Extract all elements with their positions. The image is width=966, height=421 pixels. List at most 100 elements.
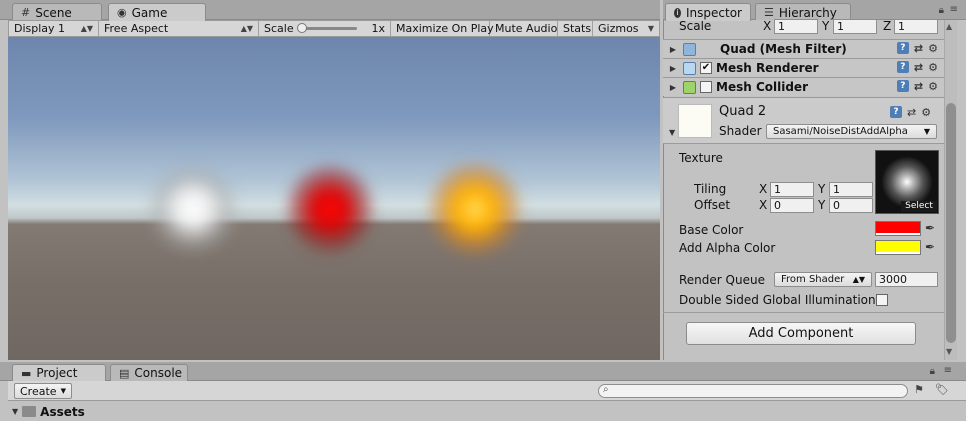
tab-inspector-label: Inspector	[686, 5, 742, 20]
scale-y-field[interactable]: 1	[833, 19, 877, 34]
enabled-checkbox[interactable]: ✔	[700, 62, 712, 74]
tab-inspector[interactable]: i Inspector	[665, 3, 751, 21]
texture-select-button[interactable]: Select	[901, 201, 937, 212]
grid-icon: #	[21, 6, 31, 19]
offset-y-label: Y	[818, 198, 826, 212]
preset-icon[interactable]: ⇄	[907, 106, 916, 119]
scale-x-field[interactable]: 1	[774, 19, 818, 34]
filter-by-label-icon[interactable]: 🏷︎	[935, 383, 949, 396]
render-queue-mode: From Shader	[781, 274, 845, 285]
scale-z-field[interactable]: 1	[894, 19, 938, 34]
eyedropper-icon[interactable]: ✒	[925, 221, 935, 235]
fold-arrow-icon[interactable]: ▼	[12, 407, 18, 416]
material-actions: ? ⇄ ⚙	[890, 106, 931, 119]
lock-icon[interactable]: 🔒︎	[939, 5, 944, 16]
tiling-y-field[interactable]: 1	[829, 182, 873, 197]
tiling-y-label: Y	[818, 182, 826, 196]
double-sided-gi-label: Double Sided Global Illumination	[679, 293, 876, 307]
alpha-bar	[876, 252, 920, 254]
fold-arrow-icon[interactable]: ▶	[667, 64, 679, 73]
assets-label: Assets	[40, 404, 85, 419]
add-component-button[interactable]: Add Component	[686, 322, 916, 345]
maximize-on-play-toggle[interactable]: Maximize On Play	[391, 21, 494, 36]
scale-handle[interactable]	[296, 23, 307, 33]
gear-icon[interactable]: ⚙	[928, 61, 938, 74]
panel-menu-icon[interactable]: ≡	[950, 4, 958, 15]
create-dropdown[interactable]: Create ▼	[14, 383, 72, 399]
help-icon[interactable]: ?	[896, 80, 909, 92]
assets-folder-row[interactable]: ▼ Assets	[8, 402, 966, 421]
base-color-swatch[interactable]	[875, 221, 921, 236]
component-name: Quad (Mesh Filter)	[720, 42, 847, 56]
panel-menu-icon[interactable]: ≡	[944, 365, 952, 376]
tab-console[interactable]: ▤ Console	[110, 364, 188, 381]
help-icon[interactable]: ?	[896, 42, 909, 54]
dropdown-arrow-icon: ▼	[923, 127, 930, 136]
filter-by-type-icon[interactable]: ⚑	[914, 383, 924, 396]
folder-icon: ▬	[21, 366, 32, 380]
add-alpha-label: Add Alpha Color	[679, 241, 776, 255]
console-icon: ▤	[119, 366, 130, 380]
dropdown-arrow-icon: ▲▼	[852, 275, 865, 284]
scroll-down-icon[interactable]: ▼	[946, 347, 952, 356]
fold-arrow-icon[interactable]: ▼	[669, 128, 675, 137]
help-icon[interactable]: ?	[890, 106, 902, 118]
component-name: Mesh Renderer	[716, 61, 819, 75]
tab-project[interactable]: ▬ Project	[12, 364, 106, 381]
offset-label: Offset	[694, 198, 731, 212]
aspect-dropdown[interactable]: Free Aspect ▲▼	[99, 21, 259, 36]
stats-toggle[interactable]: Stats	[558, 21, 593, 36]
component-mesh-collider[interactable]: ▶ Mesh Collider ? ⇄ ⚙	[663, 77, 944, 96]
component-mesh-filter[interactable]: ▶ Quad (Mesh Filter) ? ⇄ ⚙	[663, 39, 944, 58]
mesh-renderer-icon	[683, 61, 696, 75]
offset-y-field[interactable]: 0	[829, 198, 873, 213]
gear-icon[interactable]: ⚙	[928, 42, 938, 55]
gizmos-dropdown[interactable]: Gizmos ▼	[593, 21, 659, 36]
preset-icon[interactable]: ⇄	[914, 42, 923, 55]
render-queue-field[interactable]: 3000	[875, 272, 938, 287]
display-label: Display 1	[14, 22, 66, 35]
game-toolbar: Display 1 ▲▼ Free Aspect ▲▼ Scale 1x Max…	[8, 20, 660, 37]
shader-dropdown[interactable]: Sasami/NoiseDistAddAlpha ▼	[766, 124, 937, 139]
preset-icon[interactable]: ⇄	[914, 80, 923, 93]
tiling-x-label: X	[759, 182, 768, 196]
tab-game[interactable]: ◉ Game	[108, 3, 206, 21]
gear-icon[interactable]: ⚙	[921, 106, 931, 119]
mesh-filter-icon	[683, 42, 696, 56]
game-viewport[interactable]	[8, 37, 660, 360]
lock-icon[interactable]: 🔒︎	[930, 366, 935, 377]
double-sided-gi-checkbox[interactable]	[876, 294, 888, 306]
scale-value: 1x	[371, 22, 385, 35]
help-icon[interactable]: ?	[896, 61, 909, 73]
info-icon: i	[674, 7, 682, 18]
game-icon: ◉	[117, 6, 127, 19]
dropdown-arrow-icon: ▼	[60, 387, 66, 395]
tab-scene[interactable]: # Scene	[12, 3, 102, 21]
search-input[interactable]: ⌕	[598, 384, 908, 398]
scrollbar-thumb[interactable]	[946, 103, 956, 343]
preset-icon[interactable]: ⇄	[914, 61, 923, 74]
material-preview	[678, 104, 712, 138]
tiling-x-field[interactable]: 1	[770, 182, 814, 197]
scale-slider[interactable]: Scale 1x	[259, 21, 391, 36]
component-actions: ? ⇄ ⚙	[896, 80, 938, 93]
display-dropdown[interactable]: Display 1 ▲▼	[9, 21, 99, 36]
render-queue-dropdown[interactable]: From Shader ▲▼	[774, 272, 872, 287]
component-name: Mesh Collider	[716, 80, 808, 94]
z-axis-label: Z	[883, 19, 892, 33]
fold-arrow-icon[interactable]: ▶	[667, 45, 679, 54]
enabled-checkbox[interactable]	[700, 81, 712, 93]
component-mesh-renderer[interactable]: ▶ ✔ Mesh Renderer ? ⇄ ⚙	[663, 58, 944, 77]
mute-audio-toggle[interactable]: Mute Audio	[490, 21, 558, 36]
texture-slot[interactable]: Select	[875, 150, 939, 214]
eyedropper-icon[interactable]: ✒	[925, 240, 935, 254]
inspector-tab-strip: i Inspector ☰ Hierarchy 🔒︎ ≡	[663, 0, 966, 21]
offset-x-field[interactable]: 0	[770, 198, 814, 213]
red-orb	[283, 162, 377, 256]
gear-icon[interactable]: ⚙	[928, 80, 938, 93]
tab-hierarchy-label: Hierarchy	[778, 5, 837, 20]
add-alpha-color-swatch[interactable]	[875, 240, 921, 255]
fold-arrow-icon[interactable]: ▶	[667, 83, 679, 92]
render-queue-label: Render Queue	[679, 273, 765, 287]
scroll-up-icon[interactable]: ▲	[946, 22, 952, 31]
